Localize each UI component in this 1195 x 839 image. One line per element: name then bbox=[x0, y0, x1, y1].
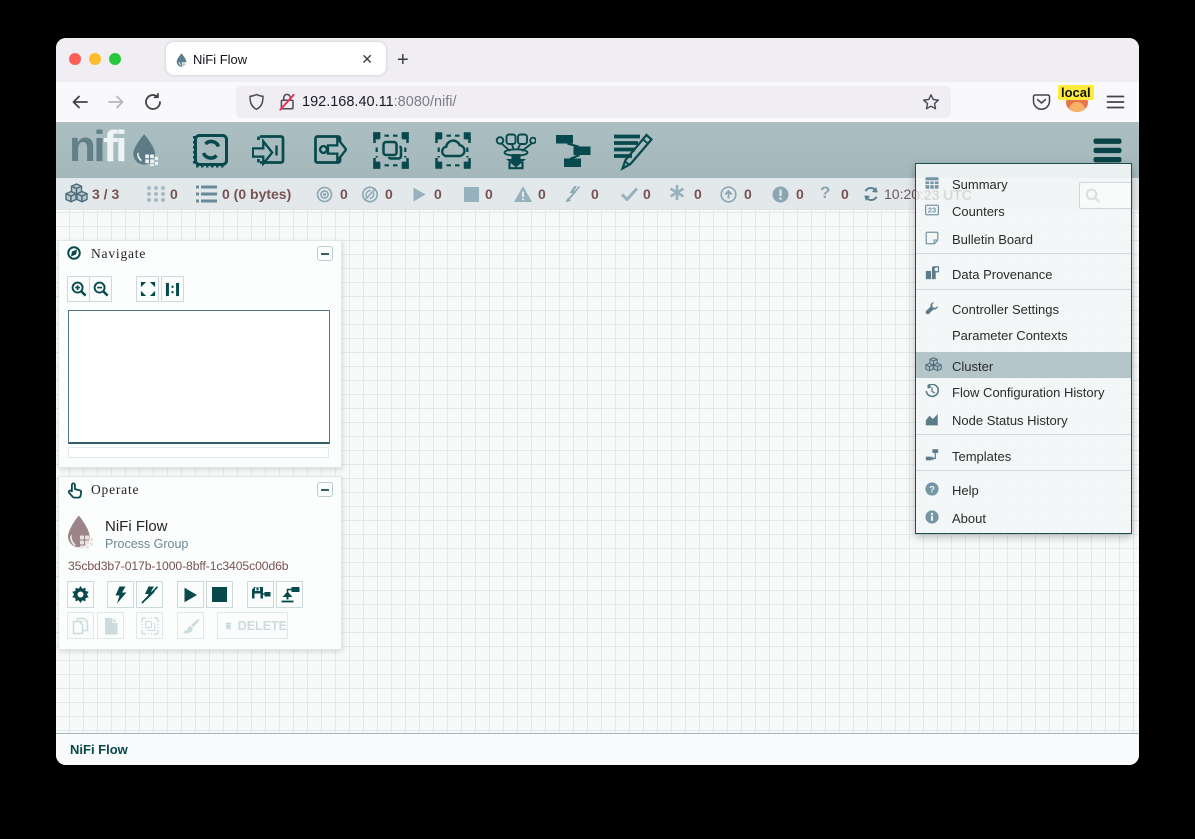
svg-text:23: 23 bbox=[928, 206, 936, 215]
svg-text:?: ? bbox=[929, 484, 935, 495]
